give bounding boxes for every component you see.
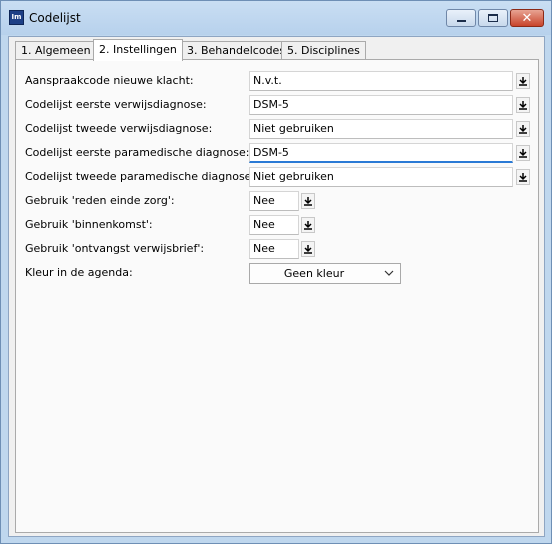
- eerste-verwijsdiagnose-dropdown-button[interactable]: [516, 97, 530, 113]
- dropdown-arrow-icon: [519, 100, 527, 110]
- kleur-agenda-select[interactable]: Geen kleur: [249, 263, 401, 284]
- tweede-verwijsdiagnose-dropdown-button[interactable]: [516, 121, 530, 137]
- dropdown-arrow-icon: [519, 124, 527, 134]
- aanspraakcode-field[interactable]: N.v.t.: [249, 71, 513, 91]
- maximize-button[interactable]: [478, 9, 508, 27]
- dropdown-arrow-icon: [304, 244, 312, 254]
- maximize-icon: [488, 14, 498, 22]
- dropdown-arrow-icon: [519, 76, 527, 86]
- reden-einde-zorg-field[interactable]: Nee: [249, 191, 299, 211]
- tweede-verwijsdiagnose-label: Codelijst tweede verwijsdiagnose:: [25, 122, 213, 135]
- close-button[interactable]: ✕: [510, 9, 544, 27]
- dropdown-arrow-icon: [519, 148, 527, 158]
- tweede-paramedisch-label: Codelijst tweede paramedische diagnose:: [25, 170, 256, 183]
- dropdown-arrow-icon: [304, 220, 312, 230]
- tab-behandelcodes[interactable]: 3. Behandelcodes: [181, 41, 292, 60]
- minimize-icon: [456, 20, 466, 22]
- eerste-verwijsdiagnose-label: Codelijst eerste verwijsdiagnose:: [25, 98, 207, 111]
- binnenkomst-dropdown-button[interactable]: [301, 217, 315, 233]
- eerste-paramedisch-label: Codelijst eerste paramedische diagnose:: [25, 146, 250, 159]
- ontvangst-verwijsbrief-dropdown-button[interactable]: [301, 241, 315, 257]
- ontvangst-verwijsbrief-field[interactable]: Nee: [249, 239, 299, 259]
- window-title: Codelijst: [29, 11, 81, 25]
- reden-einde-zorg-dropdown-button[interactable]: [301, 193, 315, 209]
- title-bar[interactable]: Im Codelijst ✕: [1, 1, 551, 35]
- eerste-verwijsdiagnose-field[interactable]: DSM-5: [249, 95, 513, 115]
- dialog-body: 1. Algemeen 2. Instellingen 3. Behandelc…: [8, 36, 545, 537]
- kleur-agenda-label: Kleur in de agenda:: [25, 266, 133, 279]
- binnenkomst-field[interactable]: Nee: [249, 215, 299, 235]
- aanspraakcode-dropdown-button[interactable]: [516, 73, 530, 89]
- ontvangst-verwijsbrief-label: Gebruik 'ontvangst verwijsbrief':: [25, 242, 205, 255]
- eerste-paramedisch-field[interactable]: DSM-5: [249, 143, 513, 163]
- binnenkomst-label: Gebruik 'binnenkomst':: [25, 218, 153, 231]
- dropdown-arrow-icon: [304, 196, 312, 206]
- tweede-paramedisch-field[interactable]: Niet gebruiken: [249, 167, 513, 187]
- eerste-paramedisch-dropdown-button[interactable]: [516, 145, 530, 161]
- codelijst-window: Im Codelijst ✕ 1. Algemeen 2. Instelling…: [0, 0, 552, 544]
- reden-einde-zorg-label: Gebruik 'reden einde zorg':: [25, 194, 175, 207]
- tab-instellingen[interactable]: 2. Instellingen: [93, 39, 183, 61]
- chevron-down-icon: [384, 270, 394, 276]
- tweede-paramedisch-dropdown-button[interactable]: [516, 169, 530, 185]
- kleur-agenda-value: Geen kleur: [283, 267, 345, 280]
- tab-algemeen[interactable]: 1. Algemeen: [15, 41, 97, 60]
- aanspraakcode-label: Aanspraakcode nieuwe klacht:: [25, 74, 194, 87]
- close-icon: ✕: [521, 10, 533, 26]
- dropdown-arrow-icon: [519, 172, 527, 182]
- minimize-button[interactable]: [446, 9, 476, 27]
- instellingen-panel: Aanspraakcode nieuwe klacht: N.v.t. Code…: [15, 59, 539, 533]
- tab-disciplines[interactable]: 5. Disciplines: [281, 41, 366, 60]
- tweede-verwijsdiagnose-field[interactable]: Niet gebruiken: [249, 119, 513, 139]
- app-icon: Im: [9, 10, 24, 25]
